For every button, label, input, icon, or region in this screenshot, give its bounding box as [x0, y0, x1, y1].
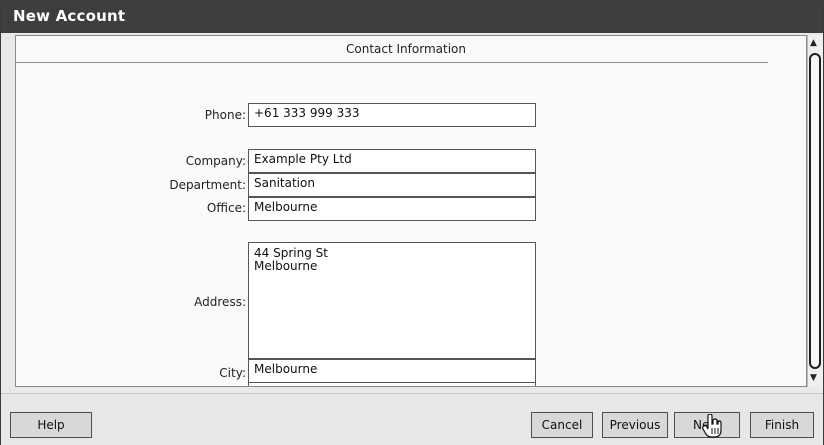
office-input[interactable]: Melbourne	[248, 197, 536, 221]
scroll-up-icon[interactable]: ▲	[810, 38, 817, 48]
department-label: Department:	[169, 178, 246, 192]
city-input[interactable]: Melbourne	[248, 359, 536, 383]
finish-button[interactable]: Finish	[750, 412, 814, 438]
window-title: New Account	[13, 7, 126, 25]
department-input[interactable]: Sanitation	[248, 173, 536, 197]
next-field-partial[interactable]	[248, 382, 536, 386]
city-label: City:	[219, 366, 246, 380]
office-label: Office:	[206, 201, 246, 215]
title-bar: New Account	[1, 1, 823, 33]
new-account-window: New Account Contact Information Phone: +…	[0, 0, 824, 445]
phone-input[interactable]: +61 333 999 333	[248, 103, 536, 127]
cancel-button[interactable]: Cancel	[531, 412, 593, 438]
company-label: Company:	[185, 154, 246, 168]
form-panel: Contact Information Phone: +61 333 999 3…	[15, 35, 807, 387]
vertical-scrollbar[interactable]: ▲ ▼	[807, 35, 823, 387]
section-divider	[16, 62, 768, 63]
scrollbar-thumb[interactable]	[809, 53, 821, 369]
help-button[interactable]: Help	[10, 412, 92, 438]
company-input[interactable]: Example Pty Ltd	[248, 149, 536, 173]
address-textarea[interactable]: 44 Spring St Melbourne	[248, 242, 536, 359]
address-label: Address:	[194, 295, 246, 309]
phone-label: Phone:	[204, 108, 246, 122]
hand-cursor-icon	[702, 414, 722, 438]
button-bar: Help Cancel Previous Next Finish	[1, 393, 823, 445]
previous-button[interactable]: Previous	[602, 412, 668, 438]
section-title: Contact Information	[346, 42, 466, 56]
scroll-down-icon[interactable]: ▼	[810, 373, 817, 383]
